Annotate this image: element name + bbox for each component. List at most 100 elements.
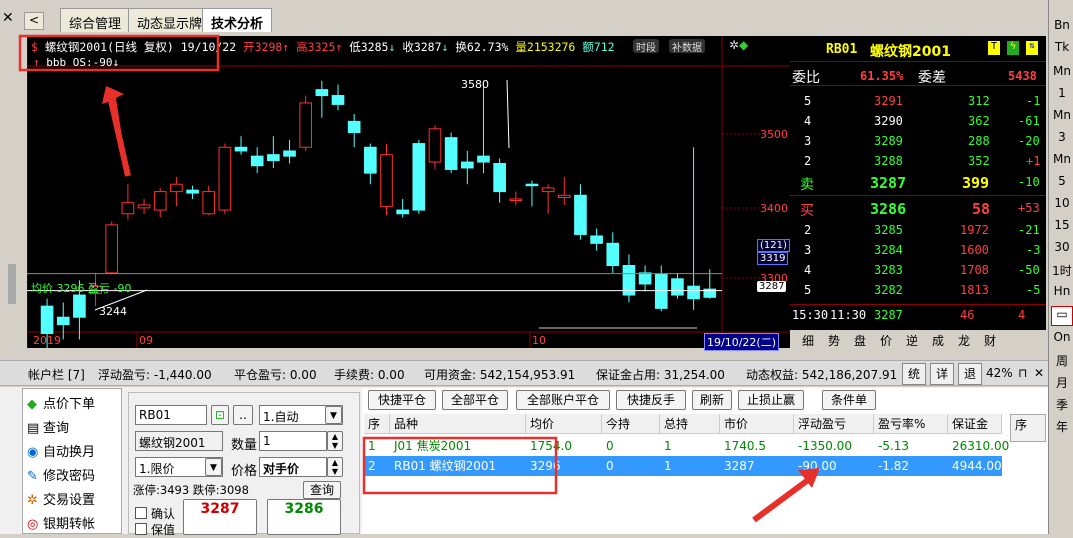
col-header-today[interactable]: 今持 xyxy=(602,414,660,434)
menu-trade-settings[interactable]: ✲ 交易设置 xyxy=(27,489,95,509)
up-arrow-icon: ↑ xyxy=(33,56,40,69)
hedge-checkbox[interactable] xyxy=(135,523,147,535)
refresh-button[interactable]: 刷新 xyxy=(692,390,732,410)
chevron-down-icon[interactable]: ▼ xyxy=(205,458,222,476)
ask-row[interactable]: 5 3291 312 -1 xyxy=(790,91,1046,111)
col-header-float-pl[interactable]: 浮动盈亏 xyxy=(794,414,874,434)
bid-row[interactable]: 5 3282 1813 -5 xyxy=(790,280,1046,300)
sell-button[interactable]: 3286 xyxy=(267,499,341,535)
bid-row[interactable]: 2 3285 1972 -21 xyxy=(790,220,1046,240)
menu-auto-roll[interactable]: ◉ 自动换月 xyxy=(27,441,95,461)
col-header-margin[interactable]: 保证金 xyxy=(948,414,1002,434)
nav-week[interactable]: 周 xyxy=(1051,352,1073,370)
stats-button[interactable]: 统 xyxy=(902,363,926,385)
quick-reverse-button[interactable]: 快捷反手 xyxy=(616,390,686,410)
nav-mn[interactable]: Mn xyxy=(1051,152,1073,170)
bid-row[interactable]: 3 3284 1600 -3 xyxy=(790,240,1046,260)
nav-mn[interactable]: Mn xyxy=(1051,108,1073,126)
table-row[interactable]: 1 J01 焦炭2001 1754.0 0 1 1740.5 -1350.00 … xyxy=(364,436,1009,456)
nav-3[interactable]: 3 xyxy=(1051,130,1073,148)
table-row-selected[interactable]: 2 RB01 螺纹钢2001 3296 0 1 3287 -90.00 -1.8… xyxy=(364,456,1002,476)
close-all-button[interactable]: 全部平仓 xyxy=(442,390,508,410)
tool-deal[interactable]: 成 xyxy=(932,332,944,349)
sort-icon[interactable]: ⇅ xyxy=(1026,41,1038,55)
menu-point-order[interactable]: ◆ 点价下单 xyxy=(27,393,95,413)
more-button[interactable]: .. xyxy=(233,405,253,425)
candlestick-chart[interactable]: $ 螺纹钢2001(日线 复权) 19/10/22 开3298↑ 高3325↑ … xyxy=(27,36,790,351)
ask-row[interactable]: 2 3288 352 +1 xyxy=(790,151,1046,171)
tool-dragon[interactable]: 龙 xyxy=(958,332,970,349)
lightning-icon[interactable]: ϟ xyxy=(1007,41,1019,55)
nav-5[interactable]: 5 xyxy=(1051,174,1073,192)
split-panel-icon[interactable]: ▭ xyxy=(1051,306,1073,326)
lock-icon[interactable]: ⊡ xyxy=(211,405,229,425)
nav-1[interactable]: 1 xyxy=(1051,86,1073,104)
col-header-avg-price[interactable]: 均价 xyxy=(526,414,602,434)
stop-loss-button[interactable]: 止损止赢 xyxy=(738,390,804,410)
col-header-total[interactable]: 总持 xyxy=(660,414,720,434)
sell-row[interactable]: 卖 3287 399 -10 xyxy=(790,172,1046,196)
col-header-index[interactable]: 序 xyxy=(364,414,390,434)
scroll-bar[interactable] xyxy=(8,264,16,304)
nav-mn[interactable]: Mn xyxy=(1051,64,1073,82)
diamond-icon[interactable]: ◆ xyxy=(739,38,748,52)
tool-detail[interactable]: 细 xyxy=(802,332,814,349)
gear-icon[interactable]: ✲ xyxy=(729,38,739,52)
tick-row[interactable]: 15:30 11:30 3287 46 4 xyxy=(790,304,1046,324)
nav-10[interactable]: 10 xyxy=(1051,196,1073,214)
close-all-accounts-button[interactable]: 全部账户平仓 xyxy=(516,390,610,410)
qty-input[interactable]: 1 xyxy=(259,431,327,451)
price-input[interactable]: 对手价 xyxy=(259,457,327,477)
ask-row[interactable]: 3 3289 288 -20 xyxy=(790,131,1046,151)
nav-15[interactable]: 15 xyxy=(1051,218,1073,236)
tool-price[interactable]: 价 xyxy=(880,332,892,349)
col-header-market[interactable]: 市价 xyxy=(720,414,794,434)
detail-button[interactable]: 详 xyxy=(930,363,954,385)
chevron-down-icon[interactable]: ▼ xyxy=(325,406,342,424)
col-header-symbol[interactable]: 品种 xyxy=(390,414,526,434)
ask-row[interactable]: 4 3290 362 -61 xyxy=(790,111,1046,131)
menu-change-password[interactable]: ✎ 修改密码 xyxy=(27,465,95,485)
nav-hn[interactable]: Hn xyxy=(1051,284,1073,302)
back-icon[interactable]: < xyxy=(24,12,44,30)
tool-finance[interactable]: 财 xyxy=(984,332,996,349)
menu-query[interactable]: ▤ 查询 xyxy=(27,417,69,437)
tab-comprehensive[interactable]: 综合管理 xyxy=(60,8,131,32)
nav-30[interactable]: 30 xyxy=(1051,240,1073,258)
price-stepper[interactable]: ▲ ▼ xyxy=(327,457,343,477)
nav-bn[interactable]: Bn xyxy=(1051,18,1073,36)
bid-row[interactable]: 4 3283 1708 -50 xyxy=(790,260,1046,280)
pin-icon[interactable]: ⊓ xyxy=(1018,366,1027,380)
nav-quarter[interactable]: 季 xyxy=(1051,396,1073,414)
code-input[interactable]: RB01 xyxy=(135,405,207,425)
query-button[interactable]: 查询 xyxy=(303,481,341,499)
tool-reverse[interactable]: 逆 xyxy=(906,332,918,349)
buy-label: 买 xyxy=(800,203,814,219)
side-header[interactable]: 序 xyxy=(1010,414,1046,442)
tool-trend[interactable]: 势 xyxy=(828,332,840,349)
buy-button[interactable]: 3287 xyxy=(183,499,257,535)
nav-year[interactable]: 年 xyxy=(1051,418,1073,436)
quick-close-button[interactable]: 快捷平仓 xyxy=(368,390,436,410)
fill-data-button[interactable]: 补数据 xyxy=(669,39,705,54)
close-icon[interactable]: ✕ xyxy=(1034,366,1044,380)
close-icon[interactable]: ✕ xyxy=(2,10,20,28)
time-segment-button[interactable]: 时段 xyxy=(633,39,659,54)
conditional-order-button[interactable]: 条件单 xyxy=(822,390,876,410)
volume: 1813 xyxy=(960,283,989,297)
qty-stepper[interactable]: ▲ ▼ xyxy=(327,431,343,451)
nav-month[interactable]: 月 xyxy=(1051,374,1073,392)
nav-tk[interactable]: Tk xyxy=(1051,40,1073,58)
buy-row[interactable]: 买 3286 58 +53 xyxy=(790,198,1046,222)
menu-bank-transfer[interactable]: ◎ 银期转帐 xyxy=(27,513,95,533)
nav-1h[interactable]: 1时 xyxy=(1051,262,1073,280)
confirm-checkbox[interactable] xyxy=(135,507,147,519)
tool-board[interactable]: 盘 xyxy=(854,332,866,349)
exit-button[interactable]: 退 xyxy=(958,363,982,385)
tab-technical-analysis[interactable]: 技术分析 xyxy=(202,8,273,32)
nav-on[interactable]: On xyxy=(1051,330,1073,348)
volume: 352 xyxy=(968,154,990,168)
t-icon[interactable]: T xyxy=(988,41,1000,55)
col-header-pl-rate[interactable]: 盈亏率% xyxy=(874,414,948,434)
tab-dynamic-board[interactable]: 动态显示牌 xyxy=(128,8,212,32)
